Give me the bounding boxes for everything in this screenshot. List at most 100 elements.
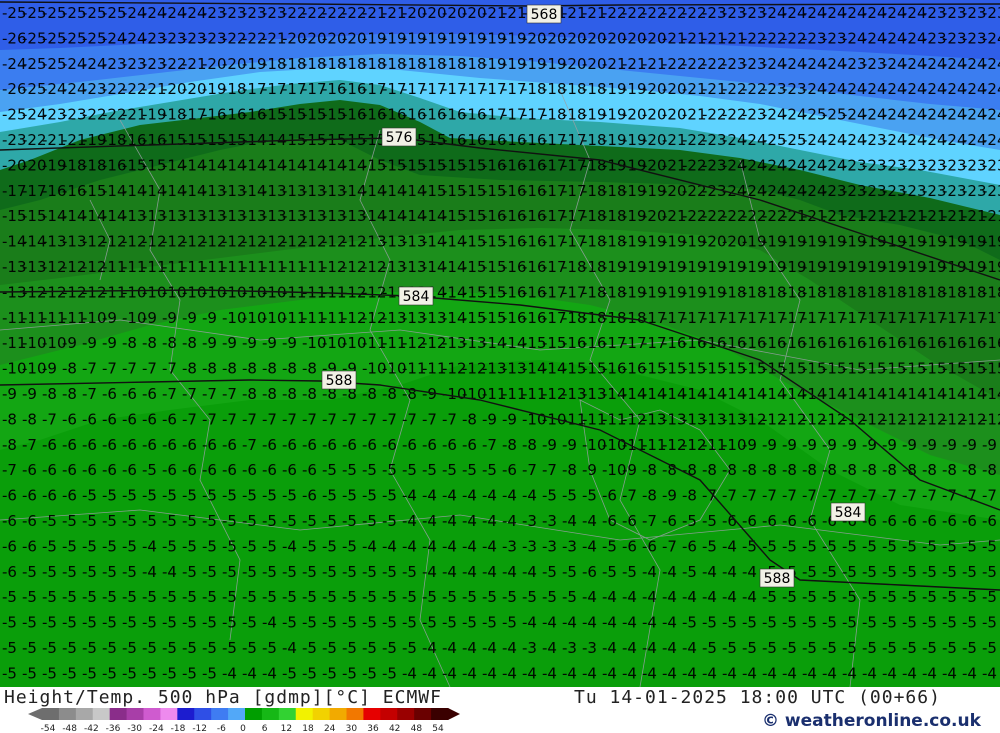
temperature-value: -3 [562,537,577,555]
temperature-value: -4 [162,563,177,581]
temperature-value: -5 [762,614,777,632]
temperature-value: -9 [902,436,917,454]
temperature-value: -4 [962,664,977,682]
temperature-value: -6 [602,512,617,530]
temperature-value: -6 [82,461,97,479]
svg-text:568: 568 [531,7,558,23]
temperature-value: -9 [282,334,297,352]
temperature-value: -6 [2,487,17,505]
temperature-value: -7 [362,410,377,428]
temperature-value: -6 [142,410,157,428]
temperature-value: -7 [322,410,337,428]
temperature-value: -6 [102,410,117,428]
temperature-value: -4 [482,664,497,682]
temperature-value: -5 [342,588,357,606]
temperature-value: -9 [982,436,997,454]
temperature-value: -5 [22,664,37,682]
temperature-value: -8 [62,385,77,403]
temperature-value: -5 [102,537,117,555]
temperature-value: -4 [702,563,717,581]
temperature-value: -6 [22,461,37,479]
temperature-value: -5 [42,639,57,657]
temperature-value: -9 [922,436,937,454]
temperature-value: -5 [242,487,257,505]
temperature-value: -6 [202,461,217,479]
temperature-value: -4 [142,563,157,581]
temperature-value: -8 [242,385,257,403]
temperature-value: -5 [482,614,497,632]
temperature-value: -5 [2,639,17,657]
temperature-value: -4 [502,639,517,657]
temperature-value: -5 [782,588,797,606]
temperature-value: -5 [942,614,957,632]
temperature-value: -7 [382,410,397,428]
svg-text:584: 584 [835,505,862,521]
scale-swatch [295,708,314,720]
temperature-value: -24 [982,131,1000,149]
temperature-value: -4 [742,664,757,682]
temperature-value: -5 [302,563,317,581]
scale-swatch [92,708,111,720]
temperature-value: -6 [142,385,157,403]
scale-swatch [245,708,263,720]
temperature-value: -9 [62,334,77,352]
temperature-value: -5 [582,487,597,505]
temperature-value: -4 [442,664,457,682]
temperature-value: -5 [122,563,137,581]
temperature-value: -5 [142,588,157,606]
temperature-value: -5 [982,537,997,555]
temperature-value: -4 [642,614,657,632]
temperature-value: -5 [362,588,377,606]
temperature-value: -5 [902,537,917,555]
temperature-value: -5 [302,639,317,657]
temperature-value: -5 [802,563,817,581]
credit-link[interactable]: © weatheronline.co.uk [762,711,981,731]
scale-tick-label: -12 [192,724,207,733]
temperature-value: -8 [642,461,657,479]
temperature-value: -5 [62,512,77,530]
temperature-value: -5 [322,537,337,555]
temperature-value: -6 [442,436,457,454]
temperature-value: -9 [542,436,557,454]
temperature-value: -4 [502,563,517,581]
svg-text:588: 588 [764,571,791,587]
temperature-value: -5 [882,537,897,555]
scale-swatch [278,708,297,720]
temperature-value: -5 [182,588,197,606]
temperature-value: -5 [882,563,897,581]
temperature-value: -5 [542,588,557,606]
temperature-value: -5 [262,487,277,505]
temperature-value: -4 [682,588,697,606]
temperature-value: -9 [242,334,257,352]
temperature-value: -5 [182,664,197,682]
temperature-value: -6 [402,436,417,454]
scale-swatch [346,708,364,720]
temperature-value: -5 [302,588,317,606]
temperature-value: -4 [442,537,457,555]
temperature-value: -7 [522,461,537,479]
temperature-value: -19 [982,258,1000,276]
temperature-value: -5 [962,563,977,581]
temperature-value: -5 [362,664,377,682]
temperature-value: -4 [482,487,497,505]
temperature-value: -7 [182,410,197,428]
temperature-value: -5 [382,664,397,682]
temperature-value: -4 [462,537,477,555]
temperature-value: -5 [262,537,277,555]
temperature-value: -7 [662,537,677,555]
temperature-value: -5 [342,512,357,530]
temperature-value: -4 [562,512,577,530]
temperature-value: -6 [882,512,897,530]
temperature-value: -5 [102,512,117,530]
temperature-value: -5 [62,563,77,581]
temperature-value: -7 [282,410,297,428]
temperature-value: -5 [302,664,317,682]
temperature-value: -5 [922,614,937,632]
temperature-value: -5 [942,639,957,657]
temperature-value: -4 [762,664,777,682]
temperature-value: -6 [122,461,137,479]
temperature-value: -5 [282,563,297,581]
scale-swatch [194,708,212,720]
temperature-value: -6 [62,461,77,479]
valid-time: Tu 14-01-2025 18:00 UTC (00+66) [574,687,941,708]
